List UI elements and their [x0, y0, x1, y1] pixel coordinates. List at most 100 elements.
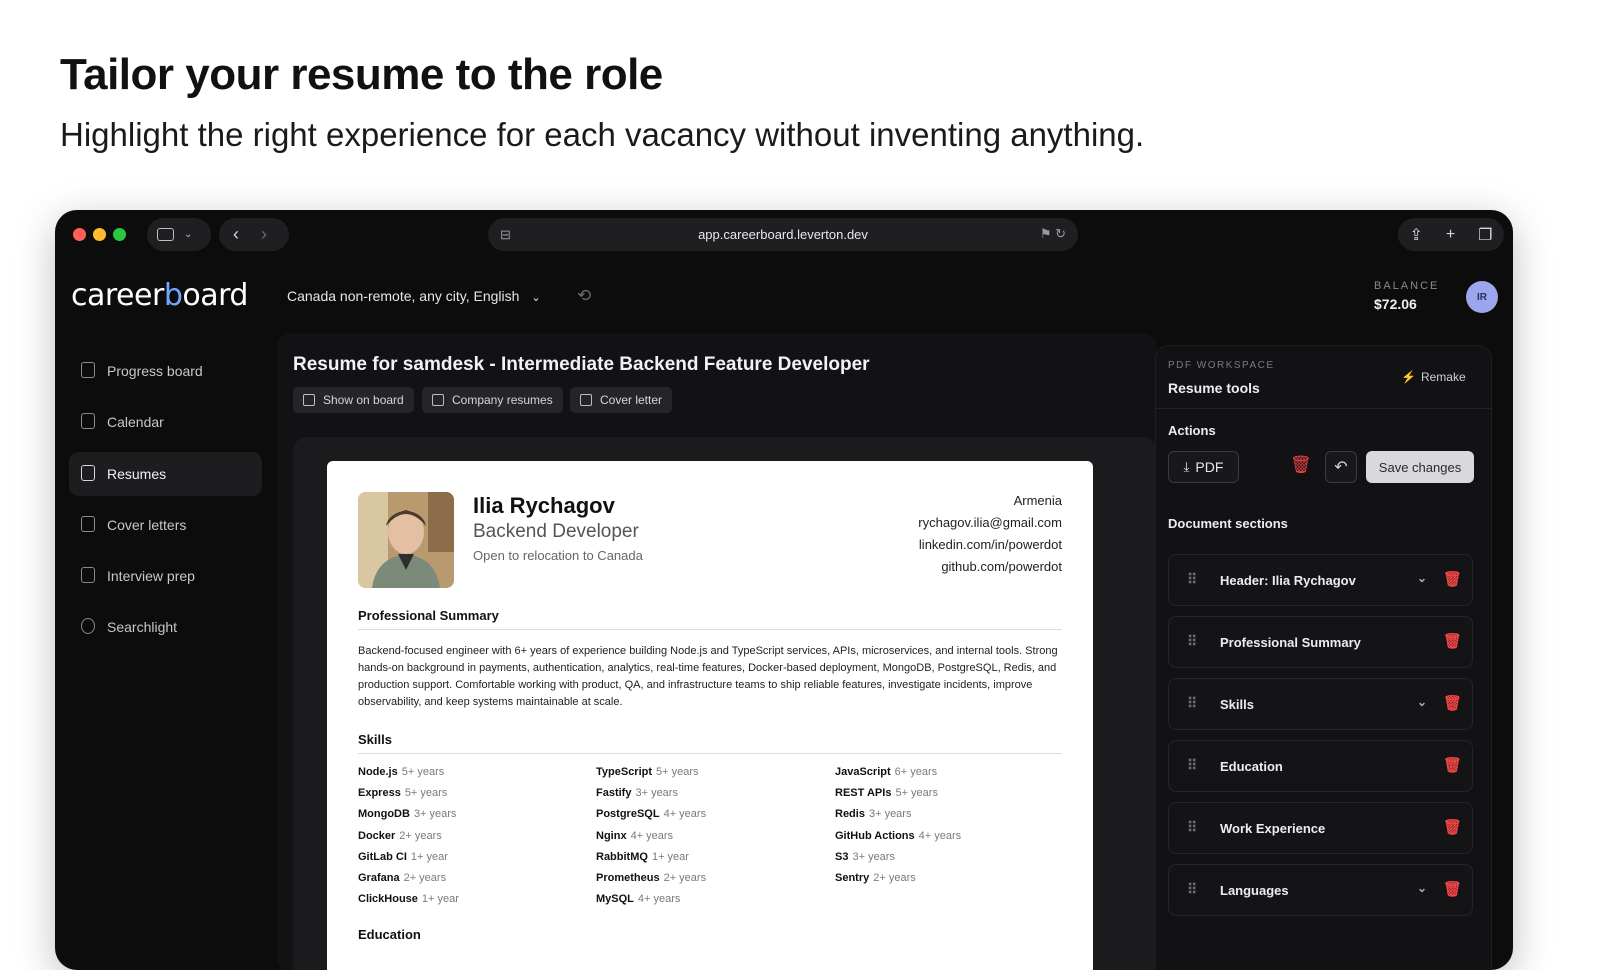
- drag-handle-icon[interactable]: ⠿: [1187, 757, 1197, 774]
- mail-icon: [580, 394, 592, 406]
- skill-name: Express: [358, 787, 401, 800]
- tabs-overview-icon[interactable]: ❐: [1478, 225, 1492, 245]
- skill-years: 1+ year: [651, 850, 689, 863]
- skill-years: 4+ years: [630, 829, 674, 842]
- sidebar-item-calendar[interactable]: Calendar: [69, 400, 262, 444]
- sidebar-item-cover-letters[interactable]: Cover letters: [69, 503, 262, 547]
- skill-name: ClickHouse: [358, 893, 418, 906]
- careerboard-logo[interactable]: careerboard: [71, 278, 248, 313]
- skill-years: 4+ years: [637, 893, 681, 906]
- sidebar-item-label: Interview prep: [107, 568, 195, 584]
- save-changes-button[interactable]: Save changes: [1366, 451, 1474, 483]
- company-resumes-button[interactable]: Company resumes: [422, 387, 563, 413]
- chevron-down-icon[interactable]: ⌄: [1417, 695, 1427, 709]
- section-row[interactable]: ⠿ Skills ⌄ 🗑: [1168, 678, 1473, 730]
- document-icon: [81, 465, 95, 481]
- sidebar-item-searchlight[interactable]: Searchlight: [69, 605, 262, 649]
- minimize-window-button[interactable]: [93, 228, 106, 241]
- close-window-button[interactable]: [73, 228, 86, 241]
- sidebar-item-interview-prep[interactable]: Interview prep: [69, 554, 262, 598]
- divider: [358, 753, 1062, 754]
- section-row[interactable]: ⠿ Professional Summary 🗑: [1168, 616, 1473, 668]
- trash-icon[interactable]: 🗑: [1443, 694, 1462, 712]
- skill-name: Fastify: [596, 787, 632, 800]
- section-row[interactable]: ⠿ Header: Ilia Rychagov ⌄ 🗑: [1168, 554, 1473, 606]
- browser-window: ⌄ ‹ › ⊟ app.careerboard.leverton.dev ⚑ ↻…: [55, 210, 1513, 970]
- skill-years: 1+ year: [421, 893, 459, 906]
- show-on-board-button[interactable]: Show on board: [293, 387, 414, 413]
- resume-email: rychagov.ilia@gmail.com: [918, 515, 1062, 530]
- resume-document[interactable]: Ilia Rychagov Backend Developer Open to …: [327, 461, 1093, 970]
- drag-handle-icon[interactable]: ⠿: [1187, 819, 1197, 836]
- trash-icon[interactable]: 🗑: [1443, 756, 1462, 774]
- new-tab-icon[interactable]: +: [1446, 226, 1455, 244]
- board-icon: [81, 362, 95, 378]
- location-filter-dropdown[interactable]: Canada non-remote, any city, English ⌄: [287, 288, 541, 304]
- section-row[interactable]: ⠿ Work Experience 🗑: [1168, 802, 1473, 854]
- skill-name: Redis: [835, 808, 865, 821]
- skill-item: GitLab CI 1+ year: [358, 851, 448, 863]
- sections-heading: Document sections: [1168, 516, 1288, 531]
- chevron-down-icon[interactable]: ⌄: [1417, 881, 1427, 895]
- skill-years: 5+ years: [404, 787, 448, 800]
- drag-handle-icon[interactable]: ⠿: [1187, 571, 1197, 588]
- remake-button[interactable]: ⚡ Remake: [1401, 370, 1466, 384]
- skill-name: Docker: [358, 829, 396, 842]
- divider: [358, 629, 1062, 630]
- trash-icon[interactable]: 🗑: [1443, 632, 1462, 650]
- education-heading: Education: [358, 927, 421, 942]
- delete-resume-button[interactable]: 🗑: [1290, 455, 1312, 475]
- chevron-down-icon: ⌄: [184, 229, 193, 240]
- skill-item: Redis 3+ years: [835, 808, 911, 820]
- panel-eyebrow: PDF WORKSPACE: [1168, 360, 1275, 371]
- search-icon: [81, 618, 95, 634]
- skill-years: 3+ years: [852, 850, 895, 863]
- summary-text: Backend-focused engineer with 6+ years o…: [358, 645, 1058, 708]
- magic-wand-icon: ⚡: [1401, 370, 1416, 384]
- sidebar-item-resumes[interactable]: Resumes: [69, 452, 262, 496]
- user-avatar[interactable]: IR: [1466, 281, 1498, 313]
- copy-icon: [432, 394, 444, 406]
- download-pdf-button[interactable]: ⤓ PDF: [1168, 451, 1239, 483]
- resume-relocation: Open to relocation to Canada: [473, 548, 643, 563]
- drag-handle-icon[interactable]: ⠿: [1187, 695, 1197, 712]
- forward-icon[interactable]: ›: [261, 224, 267, 245]
- drag-handle-icon[interactable]: ⠿: [1187, 633, 1197, 650]
- sidebar-item-progress-board[interactable]: Progress board: [69, 349, 262, 393]
- section-row[interactable]: ⠿ Education 🗑: [1168, 740, 1473, 792]
- button-label: Cover letter: [600, 393, 663, 407]
- skill-item: MongoDB 3+ years: [358, 808, 456, 820]
- skill-years: 2+ years: [399, 829, 442, 842]
- back-icon[interactable]: ‹: [233, 224, 239, 245]
- drag-handle-icon[interactable]: ⠿: [1187, 881, 1197, 898]
- button-label: Company resumes: [452, 393, 553, 407]
- address-bar[interactable]: ⊟ app.careerboard.leverton.dev ⚑ ↻: [488, 218, 1078, 251]
- skill-years: 2+ years: [663, 872, 707, 884]
- sidebar-toggle-button[interactable]: ⌄: [147, 218, 211, 251]
- skill-years: 3+ years: [868, 808, 912, 821]
- page-settings-icon[interactable]: ⊟: [500, 227, 511, 243]
- chevron-down-icon[interactable]: ⌄: [1417, 571, 1427, 585]
- undo-button[interactable]: ↶: [1325, 451, 1357, 483]
- zoom-window-button[interactable]: [113, 228, 126, 241]
- refresh-icon[interactable]: ⟲: [577, 286, 591, 306]
- trash-icon[interactable]: 🗑: [1443, 880, 1462, 898]
- section-row[interactable]: ⠿ Languages ⌄ 🗑: [1168, 864, 1473, 916]
- skill-item: REST APIs 5+ years: [835, 787, 938, 799]
- skill-years: 3+ years: [635, 787, 678, 800]
- trash-icon[interactable]: 🗑: [1443, 818, 1462, 836]
- share-icon[interactable]: ⇪: [1409, 225, 1422, 245]
- sidebar-item-label: Progress board: [107, 363, 203, 379]
- skill-item: Grafana 2+ years: [358, 872, 446, 884]
- skill-item: PostgreSQL 4+ years: [596, 808, 706, 820]
- skill-name: PostgreSQL: [596, 808, 660, 821]
- skill-years: 1+ year: [410, 850, 448, 863]
- remake-label: Remake: [1420, 370, 1466, 384]
- skill-item: Nginx 4+ years: [596, 830, 673, 842]
- trash-icon[interactable]: 🗑: [1443, 570, 1462, 588]
- cover-letter-button[interactable]: Cover letter: [570, 387, 673, 413]
- translate-reload-icons[interactable]: ⚑ ↻: [1040, 226, 1066, 242]
- skill-item: Docker 2+ years: [358, 830, 442, 842]
- skill-years: 5+ years: [401, 766, 445, 778]
- download-icon: ⤓: [1183, 459, 1190, 474]
